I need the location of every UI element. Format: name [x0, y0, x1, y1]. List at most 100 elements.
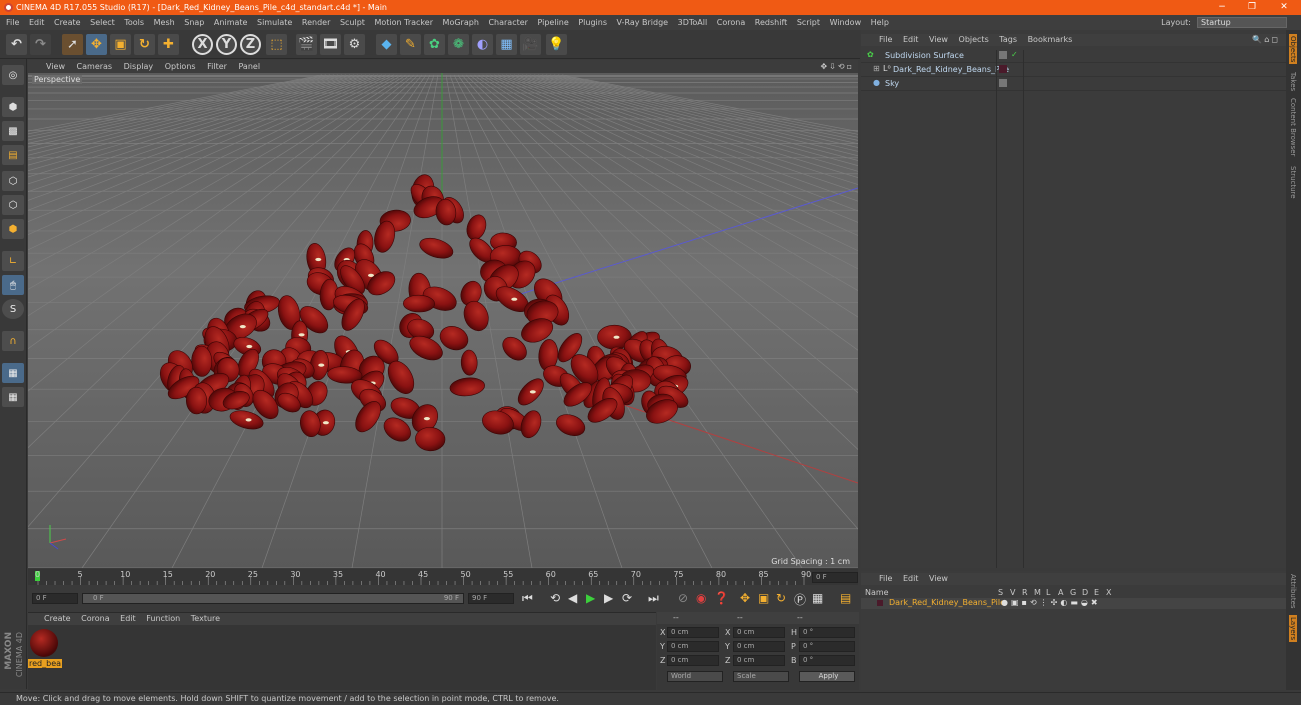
- layer-color-swatch[interactable]: [877, 600, 883, 606]
- record-icon[interactable]: ◉: [696, 591, 706, 605]
- menu-file[interactable]: File: [6, 18, 19, 27]
- object-menu-file[interactable]: File: [879, 35, 892, 44]
- object-menu-objects[interactable]: Objects: [959, 35, 989, 44]
- step-forward-key-icon[interactable]: ⟳: [622, 591, 632, 605]
- record-disabled-icon[interactable]: ⊘: [678, 591, 688, 605]
- menu-script[interactable]: Script: [797, 18, 820, 27]
- step-forward-icon[interactable]: ▶: [604, 591, 613, 605]
- position-z-field[interactable]: 0 cm: [667, 655, 719, 666]
- 3d-viewport[interactable]: Perspective Grid Spacing : 1 cm: [28, 73, 858, 568]
- position-x-field[interactable]: 0 cm: [667, 627, 719, 638]
- coordinate-system-icon[interactable]: ⬚: [266, 34, 287, 55]
- camera-icon[interactable]: 🎥: [520, 34, 541, 55]
- close-button[interactable]: ✕: [1270, 0, 1298, 15]
- key-scale-icon[interactable]: ▣: [758, 591, 769, 605]
- menu-edit[interactable]: Edit: [29, 18, 45, 27]
- viewport-menu-view[interactable]: View: [46, 62, 65, 71]
- viewport-menu-panel[interactable]: Panel: [238, 62, 260, 71]
- go-to-end-icon[interactable]: ⏭: [648, 591, 659, 606]
- array-mograph-icon[interactable]: ❁: [448, 34, 469, 55]
- play-icon[interactable]: ▶: [586, 591, 595, 605]
- subdivision-nurbs-icon[interactable]: ✿: [424, 34, 445, 55]
- undo-icon[interactable]: ↶: [6, 34, 27, 55]
- menu-vray-bridge[interactable]: V-Ray Bridge: [617, 18, 669, 27]
- redo-icon[interactable]: ↷: [30, 34, 51, 55]
- key-move-icon[interactable]: ✥: [740, 591, 750, 605]
- side-tab-attributes[interactable]: Attributes: [1289, 574, 1297, 609]
- layer-menu-edit[interactable]: Edit: [903, 574, 919, 583]
- layout-select[interactable]: Startup: [1197, 17, 1287, 28]
- size-x-field[interactable]: 0 cm: [733, 627, 785, 638]
- visibility-dots-icon[interactable]: [999, 51, 1007, 59]
- menu-snap[interactable]: Snap: [184, 18, 204, 27]
- menu-sculpt[interactable]: Sculpt: [340, 18, 365, 27]
- object-name[interactable]: Subdivision Surface: [885, 51, 964, 60]
- layer-menu-view[interactable]: View: [929, 574, 948, 583]
- transform-tool-icon[interactable]: ✚: [158, 34, 179, 55]
- timeline-window-icon[interactable]: ▤: [840, 591, 851, 605]
- position-y-field[interactable]: 0 cm: [667, 641, 719, 652]
- layer-row[interactable]: Dark_Red_Kidney_Beans_Pile ●▣▪⟲⋮✣◐▬◒✖: [861, 598, 1286, 609]
- side-tab-takes[interactable]: Takes: [1289, 72, 1297, 91]
- go-to-start-icon[interactable]: ⏮: [522, 591, 533, 606]
- menu-mesh[interactable]: Mesh: [154, 18, 175, 27]
- viewport-menu-cameras[interactable]: Cameras: [77, 62, 113, 71]
- current-frame-field[interactable]: 0 F: [812, 572, 858, 583]
- menu-motion-tracker[interactable]: Motion Tracker: [374, 18, 433, 27]
- menu-redshift[interactable]: Redshift: [755, 18, 787, 27]
- visibility-dots-icon[interactable]: [999, 79, 1007, 87]
- object-name[interactable]: Sky: [885, 79, 899, 88]
- material-menu-function[interactable]: Function: [146, 614, 180, 623]
- menu-create[interactable]: Create: [54, 18, 81, 27]
- light-icon[interactable]: 💡: [546, 34, 567, 55]
- deformer-icon[interactable]: ◐: [472, 34, 493, 55]
- restore-button[interactable]: ❐: [1238, 0, 1266, 15]
- rotation-b-field[interactable]: 0 °: [799, 655, 855, 666]
- menu-help[interactable]: Help: [871, 18, 889, 27]
- menu-corona[interactable]: Corona: [717, 18, 745, 27]
- rotate-tool-icon[interactable]: ↻: [134, 34, 155, 55]
- polygons-mode-icon[interactable]: ⬢: [2, 219, 24, 239]
- object-name[interactable]: Dark_Red_Kidney_Beans_Pile: [893, 65, 1009, 74]
- workplane-lock-icon[interactable]: ▦: [2, 363, 24, 383]
- object-row[interactable]: ● Sky: [861, 78, 1286, 91]
- side-tab-content-browser[interactable]: Content Browser: [1289, 98, 1297, 156]
- size-z-field[interactable]: 0 cm: [733, 655, 785, 666]
- render-picture-viewer-icon[interactable]: 🎞: [320, 34, 341, 55]
- timeline-ruler[interactable]: 0 5 10 15 20 25 30 35 40 45 50 55 60 65 70 75 80 85 90 0 F: [28, 569, 858, 585]
- menu-character[interactable]: Character: [488, 18, 528, 27]
- object-row[interactable]: ⊞ L⁰ Dark_Red_Kidney_Beans_Pile: [861, 64, 1286, 77]
- scale-mode-select[interactable]: Scale: [733, 671, 789, 682]
- rotation-p-field[interactable]: 0 °: [799, 641, 855, 652]
- layer-menu-file[interactable]: File: [879, 574, 892, 583]
- layer-name[interactable]: Dark_Red_Kidney_Beans_Pile: [889, 598, 1005, 607]
- apply-button[interactable]: Apply: [799, 671, 855, 682]
- menu-mograph[interactable]: MoGraph: [443, 18, 479, 27]
- magnet-icon[interactable]: ∩: [2, 331, 24, 351]
- step-back-icon[interactable]: ◀: [568, 591, 577, 605]
- rotation-h-field[interactable]: 0 °: [799, 627, 855, 638]
- menu-tools[interactable]: Tools: [124, 18, 144, 27]
- menu-select[interactable]: Select: [90, 18, 115, 27]
- make-editable-icon[interactable]: ◎: [2, 65, 24, 85]
- z-axis-lock-button[interactable]: Z: [240, 34, 261, 55]
- material-menu-corona[interactable]: Corona: [81, 614, 109, 623]
- side-tab-objects[interactable]: Objects: [1289, 34, 1297, 65]
- object-row[interactable]: ✿ Subdivision Surface ✓: [861, 50, 1286, 63]
- viewport-menu-display[interactable]: Display: [124, 62, 154, 71]
- start-frame-field[interactable]: 0 F: [32, 593, 78, 604]
- key-pla-icon[interactable]: ▦: [812, 591, 823, 605]
- object-menu-tags[interactable]: Tags: [999, 35, 1017, 44]
- material-name-label[interactable]: red_bea: [28, 659, 63, 668]
- material-menu-edit[interactable]: Edit: [120, 614, 136, 623]
- move-tool-icon[interactable]: ✥: [86, 34, 107, 55]
- axis-mode-icon[interactable]: ∟: [2, 251, 24, 271]
- frame-range-slider[interactable]: 0 F 90 F: [82, 593, 464, 604]
- layer-toggle-icons[interactable]: ●▣▪⟲⋮✣◐▬◒✖: [1001, 598, 1101, 607]
- object-menu-bookmarks[interactable]: Bookmarks: [1028, 35, 1073, 44]
- locked-workplane-icon[interactable]: ▦: [2, 387, 24, 407]
- workplane-mode-icon[interactable]: ▤: [2, 145, 24, 165]
- menu-window[interactable]: Window: [830, 18, 862, 27]
- menu-pipeline[interactable]: Pipeline: [537, 18, 568, 27]
- render-settings-icon[interactable]: ⚙: [344, 34, 365, 55]
